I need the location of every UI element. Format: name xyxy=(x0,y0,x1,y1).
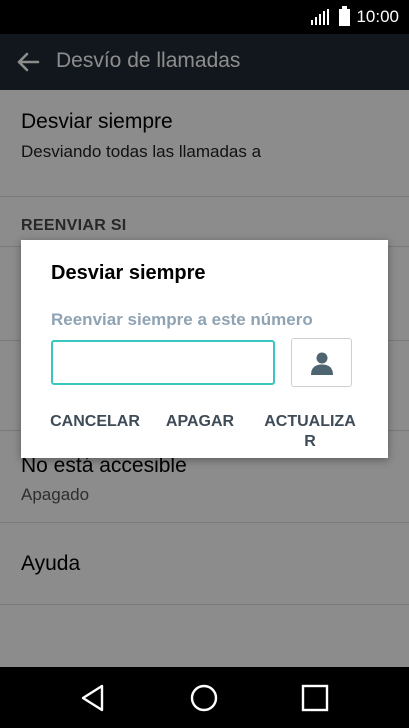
update-button-label-line2: R xyxy=(304,433,316,450)
status-time: 10:00 xyxy=(356,7,399,26)
navigation-bar xyxy=(0,667,409,728)
home-nav-icon[interactable] xyxy=(187,681,221,715)
forward-dialog: Desviar siempre Reenviar siempre a este … xyxy=(21,240,388,458)
turn-off-button[interactable]: APAGAR xyxy=(162,412,238,432)
contact-icon xyxy=(311,352,333,375)
dialog-label: Reenviar siempre a este número xyxy=(51,310,313,329)
status-icons: 10:00 xyxy=(311,5,399,28)
update-button-label-line1: ACTUALIZA xyxy=(264,413,356,430)
signal-icon xyxy=(311,9,330,25)
contact-picker-button[interactable] xyxy=(291,338,352,387)
phone-number-input[interactable] xyxy=(51,340,275,385)
status-bar: 10:00 xyxy=(0,0,409,34)
back-nav-icon[interactable] xyxy=(76,681,110,715)
update-button[interactable]: ACTUALIZA R xyxy=(257,412,363,452)
battery-icon xyxy=(339,5,351,26)
dialog-title: Desviar siempre xyxy=(51,262,206,284)
recents-nav-icon[interactable] xyxy=(298,681,332,715)
cancel-button[interactable]: CANCELAR xyxy=(47,412,143,432)
